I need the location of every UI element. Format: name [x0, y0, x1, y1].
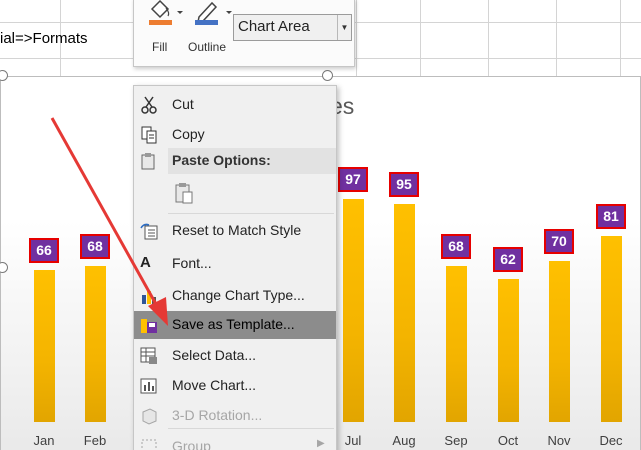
- copy-icon: [141, 126, 157, 144]
- x-axis-label: Oct: [497, 433, 519, 448]
- move-chart-icon: [140, 378, 157, 394]
- menu-item-label: Cut: [172, 96, 194, 112]
- column-gridline: [356, 0, 357, 76]
- menu-item-label: Move Chart...: [172, 377, 257, 393]
- save-template-icon: [141, 319, 157, 333]
- group-icon: [141, 439, 157, 450]
- x-axis-label: Aug: [392, 433, 416, 448]
- column-gridline: [620, 0, 621, 76]
- reset-style-icon: [140, 223, 158, 240]
- menu-item-move-chart[interactable]: Move Chart...: [134, 372, 336, 400]
- data-label[interactable]: 68: [80, 233, 110, 259]
- chart-element-select[interactable]: Chart Area ▼: [233, 14, 352, 41]
- data-label[interactable]: 95: [389, 171, 419, 197]
- chart-element-select-value: Chart Area: [238, 18, 310, 35]
- menu-item-reset-style[interactable]: Reset to Match Style: [134, 217, 336, 245]
- menu-item-save-as-template[interactable]: Save as Template...: [134, 311, 336, 339]
- outline-button[interactable]: Outline: [186, 0, 232, 63]
- chart-bar[interactable]: [446, 265, 467, 422]
- column-gridline: [556, 0, 557, 76]
- chart-bar[interactable]: [85, 265, 106, 422]
- menu-item-select-data[interactable]: Select Data...: [134, 342, 336, 370]
- menu-item-label: Save as Template...: [172, 316, 295, 332]
- menu-item-3d-rotation[interactable]: 3-D Rotation...: [134, 402, 336, 430]
- submenu-arrow-icon: ▶: [317, 438, 325, 449]
- data-label[interactable]: 68: [441, 233, 471, 259]
- excel-window: ial=>Formats es 66 Jan 68 Feb 97 Jul 95 Aug 68 Se…: [0, 0, 641, 450]
- resize-handle[interactable]: [322, 70, 333, 81]
- chart-type-icon: [142, 291, 156, 304]
- x-axis-label: Sep: [444, 433, 468, 448]
- paint-bucket-icon: [149, 0, 183, 25]
- chart-bar[interactable]: [549, 261, 570, 422]
- menu-separator: [168, 428, 334, 429]
- mini-toolbar: Fill Outline Chart Area ▼: [133, 0, 355, 67]
- menu-item-font[interactable]: A Font...: [134, 250, 336, 278]
- x-axis-label: Dec: [599, 433, 623, 448]
- menu-item-label: Copy: [172, 126, 205, 142]
- data-label[interactable]: 81: [596, 203, 626, 229]
- data-label[interactable]: 97: [338, 166, 368, 192]
- chart-bar[interactable]: [343, 198, 364, 422]
- cell-text[interactable]: ial=>Formats: [0, 30, 88, 47]
- menu-item-label: Change Chart Type...: [172, 287, 305, 303]
- fill-label: Fill: [152, 40, 168, 54]
- outline-label: Outline: [188, 40, 227, 54]
- column-gridline: [488, 0, 489, 76]
- scissors-icon: [141, 96, 157, 114]
- context-menu: Cut Copy Paste Options: Reset to Match S…: [133, 85, 337, 450]
- menu-item-change-chart-type[interactable]: Change Chart Type...: [134, 282, 336, 310]
- chart-bar[interactable]: [601, 235, 622, 422]
- fill-button[interactable]: Fill: [142, 0, 184, 63]
- chevron-down-icon[interactable]: ▼: [337, 15, 351, 40]
- paste-icon: [141, 153, 155, 170]
- select-data-icon: [140, 347, 157, 364]
- rotation-icon: [142, 408, 157, 425]
- chart-bar[interactable]: [394, 203, 415, 422]
- menu-item-copy[interactable]: Copy: [134, 121, 336, 149]
- data-label[interactable]: 70: [544, 229, 574, 254]
- x-axis-label: Nov: [547, 433, 571, 448]
- pen-icon: [195, 1, 232, 25]
- column-gridline: [420, 0, 421, 76]
- menu-item-label: 3-D Rotation...: [172, 407, 263, 423]
- menu-item-label: Group: [172, 438, 211, 450]
- data-label[interactable]: 62: [493, 247, 523, 273]
- paste-options-header: Paste Options:: [168, 148, 336, 174]
- font-icon: A: [140, 254, 151, 271]
- menu-item-label: Select Data...: [172, 347, 257, 363]
- paste-option-button[interactable]: [172, 181, 198, 207]
- menu-item-label: Reset to Match Style: [172, 222, 302, 238]
- chart-bar[interactable]: [498, 279, 519, 422]
- chart-bar[interactable]: [34, 270, 55, 422]
- menu-item-cut[interactable]: Cut: [134, 91, 336, 119]
- menu-separator: [168, 213, 334, 214]
- menu-item-group[interactable]: Group ▶: [134, 433, 336, 450]
- x-axis-label: Jul: [344, 433, 362, 448]
- paste-clipboard-icon: [175, 183, 193, 204]
- menu-item-label: Font...: [172, 255, 212, 271]
- x-axis-label: Jan: [33, 433, 55, 448]
- data-label[interactable]: 66: [29, 238, 59, 264]
- x-axis-label: Feb: [83, 433, 107, 448]
